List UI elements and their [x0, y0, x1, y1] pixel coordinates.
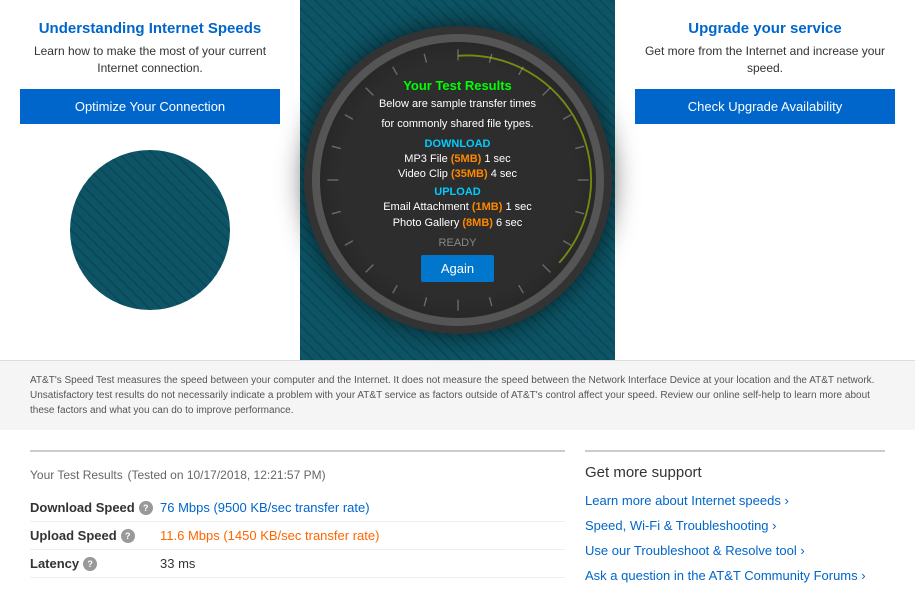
- left-panel: Understanding Internet Speeds Learn how …: [0, 0, 300, 360]
- center-gauge-area: DOWNLOAD 76 Mbps UPLOAD 11.6 Mbps: [300, 0, 615, 360]
- ready-text: READY: [379, 237, 536, 249]
- optimize-button[interactable]: Optimize Your Connection: [20, 89, 280, 124]
- latency-value: 33 ms: [160, 556, 195, 571]
- tested-on: (Tested on 10/17/2018, 12:21:57 PM): [127, 468, 325, 482]
- results-main-title: Your Test Results (Tested on 10/17/2018,…: [30, 464, 565, 484]
- gauge-content: Your Test Results Below are sample trans…: [369, 68, 546, 292]
- ul-section-label: UPLOAD: [379, 186, 536, 198]
- ul-email: Email Attachment (1MB) 1 sec: [379, 200, 536, 215]
- dl-video: Video Clip (35MB) 4 sec: [379, 167, 536, 182]
- download-speed-row: Download Speed ? 76 Mbps (9500 KB/sec tr…: [30, 500, 565, 522]
- latency-row: Latency ? 33 ms: [30, 556, 565, 578]
- support-link-1[interactable]: Learn more about Internet speeds: [585, 493, 885, 508]
- results-right: Get more support Learn more about Intern…: [585, 450, 885, 593]
- latency-help-icon[interactable]: ?: [83, 557, 97, 571]
- upgrade-button[interactable]: Check Upgrade Availability: [635, 89, 895, 124]
- right-panel: Upgrade your service Get more from the I…: [615, 0, 915, 360]
- latency-label: Latency ?: [30, 556, 160, 571]
- dl-section-label: DOWNLOAD: [379, 138, 536, 150]
- results-section: Your Test Results (Tested on 10/17/2018,…: [0, 430, 915, 613]
- results-title-text: Your Test Results: [30, 468, 123, 482]
- disclaimer-text: AT&T's Speed Test measures the speed bet…: [30, 375, 874, 416]
- ul-photo: Photo Gallery (8MB) 6 sec: [379, 216, 536, 231]
- results-title-gauge: Your Test Results: [379, 78, 536, 93]
- upload-speed-label: Upload Speed ?: [30, 528, 160, 543]
- main-gauge: Your Test Results Below are sample trans…: [308, 30, 608, 330]
- support-title: Get more support: [585, 464, 885, 481]
- right-subtext: Get more from the Internet and increase …: [635, 43, 895, 77]
- below-line1: Below are sample transfer times: [379, 97, 536, 111]
- left-subtext: Learn how to make the most of your curre…: [20, 43, 280, 77]
- upload-speed-row: Upload Speed ? 11.6 Mbps (1450 KB/sec tr…: [30, 528, 565, 550]
- support-link-4[interactable]: Ask a question in the AT&T Community For…: [585, 568, 885, 583]
- dl-mp3: MP3 File (5MB) 1 sec: [379, 152, 536, 167]
- download-help-icon[interactable]: ?: [139, 501, 153, 515]
- gauges-container: DOWNLOAD 76 Mbps UPLOAD 11.6 Mbps: [300, 0, 615, 360]
- support-link-2[interactable]: Speed, Wi-Fi & Troubleshooting: [585, 518, 885, 533]
- upload-speed-value: 11.6 Mbps (1450 KB/sec transfer rate): [160, 528, 379, 543]
- upload-help-icon[interactable]: ?: [121, 529, 135, 543]
- right-heading: Upgrade your service: [688, 20, 841, 37]
- disclaimer: AT&T's Speed Test measures the speed bet…: [0, 360, 915, 430]
- left-heading: Understanding Internet Speeds: [39, 20, 262, 37]
- below-line2: for commonly shared file types.: [379, 117, 536, 131]
- download-speed-value: 76 Mbps (9500 KB/sec transfer rate): [160, 500, 370, 515]
- download-speed-label: Download Speed ?: [30, 500, 160, 515]
- results-left: Your Test Results (Tested on 10/17/2018,…: [30, 450, 565, 593]
- again-button[interactable]: Again: [421, 255, 494, 282]
- support-link-3[interactable]: Use our Troubleshoot & Resolve tool: [585, 543, 885, 558]
